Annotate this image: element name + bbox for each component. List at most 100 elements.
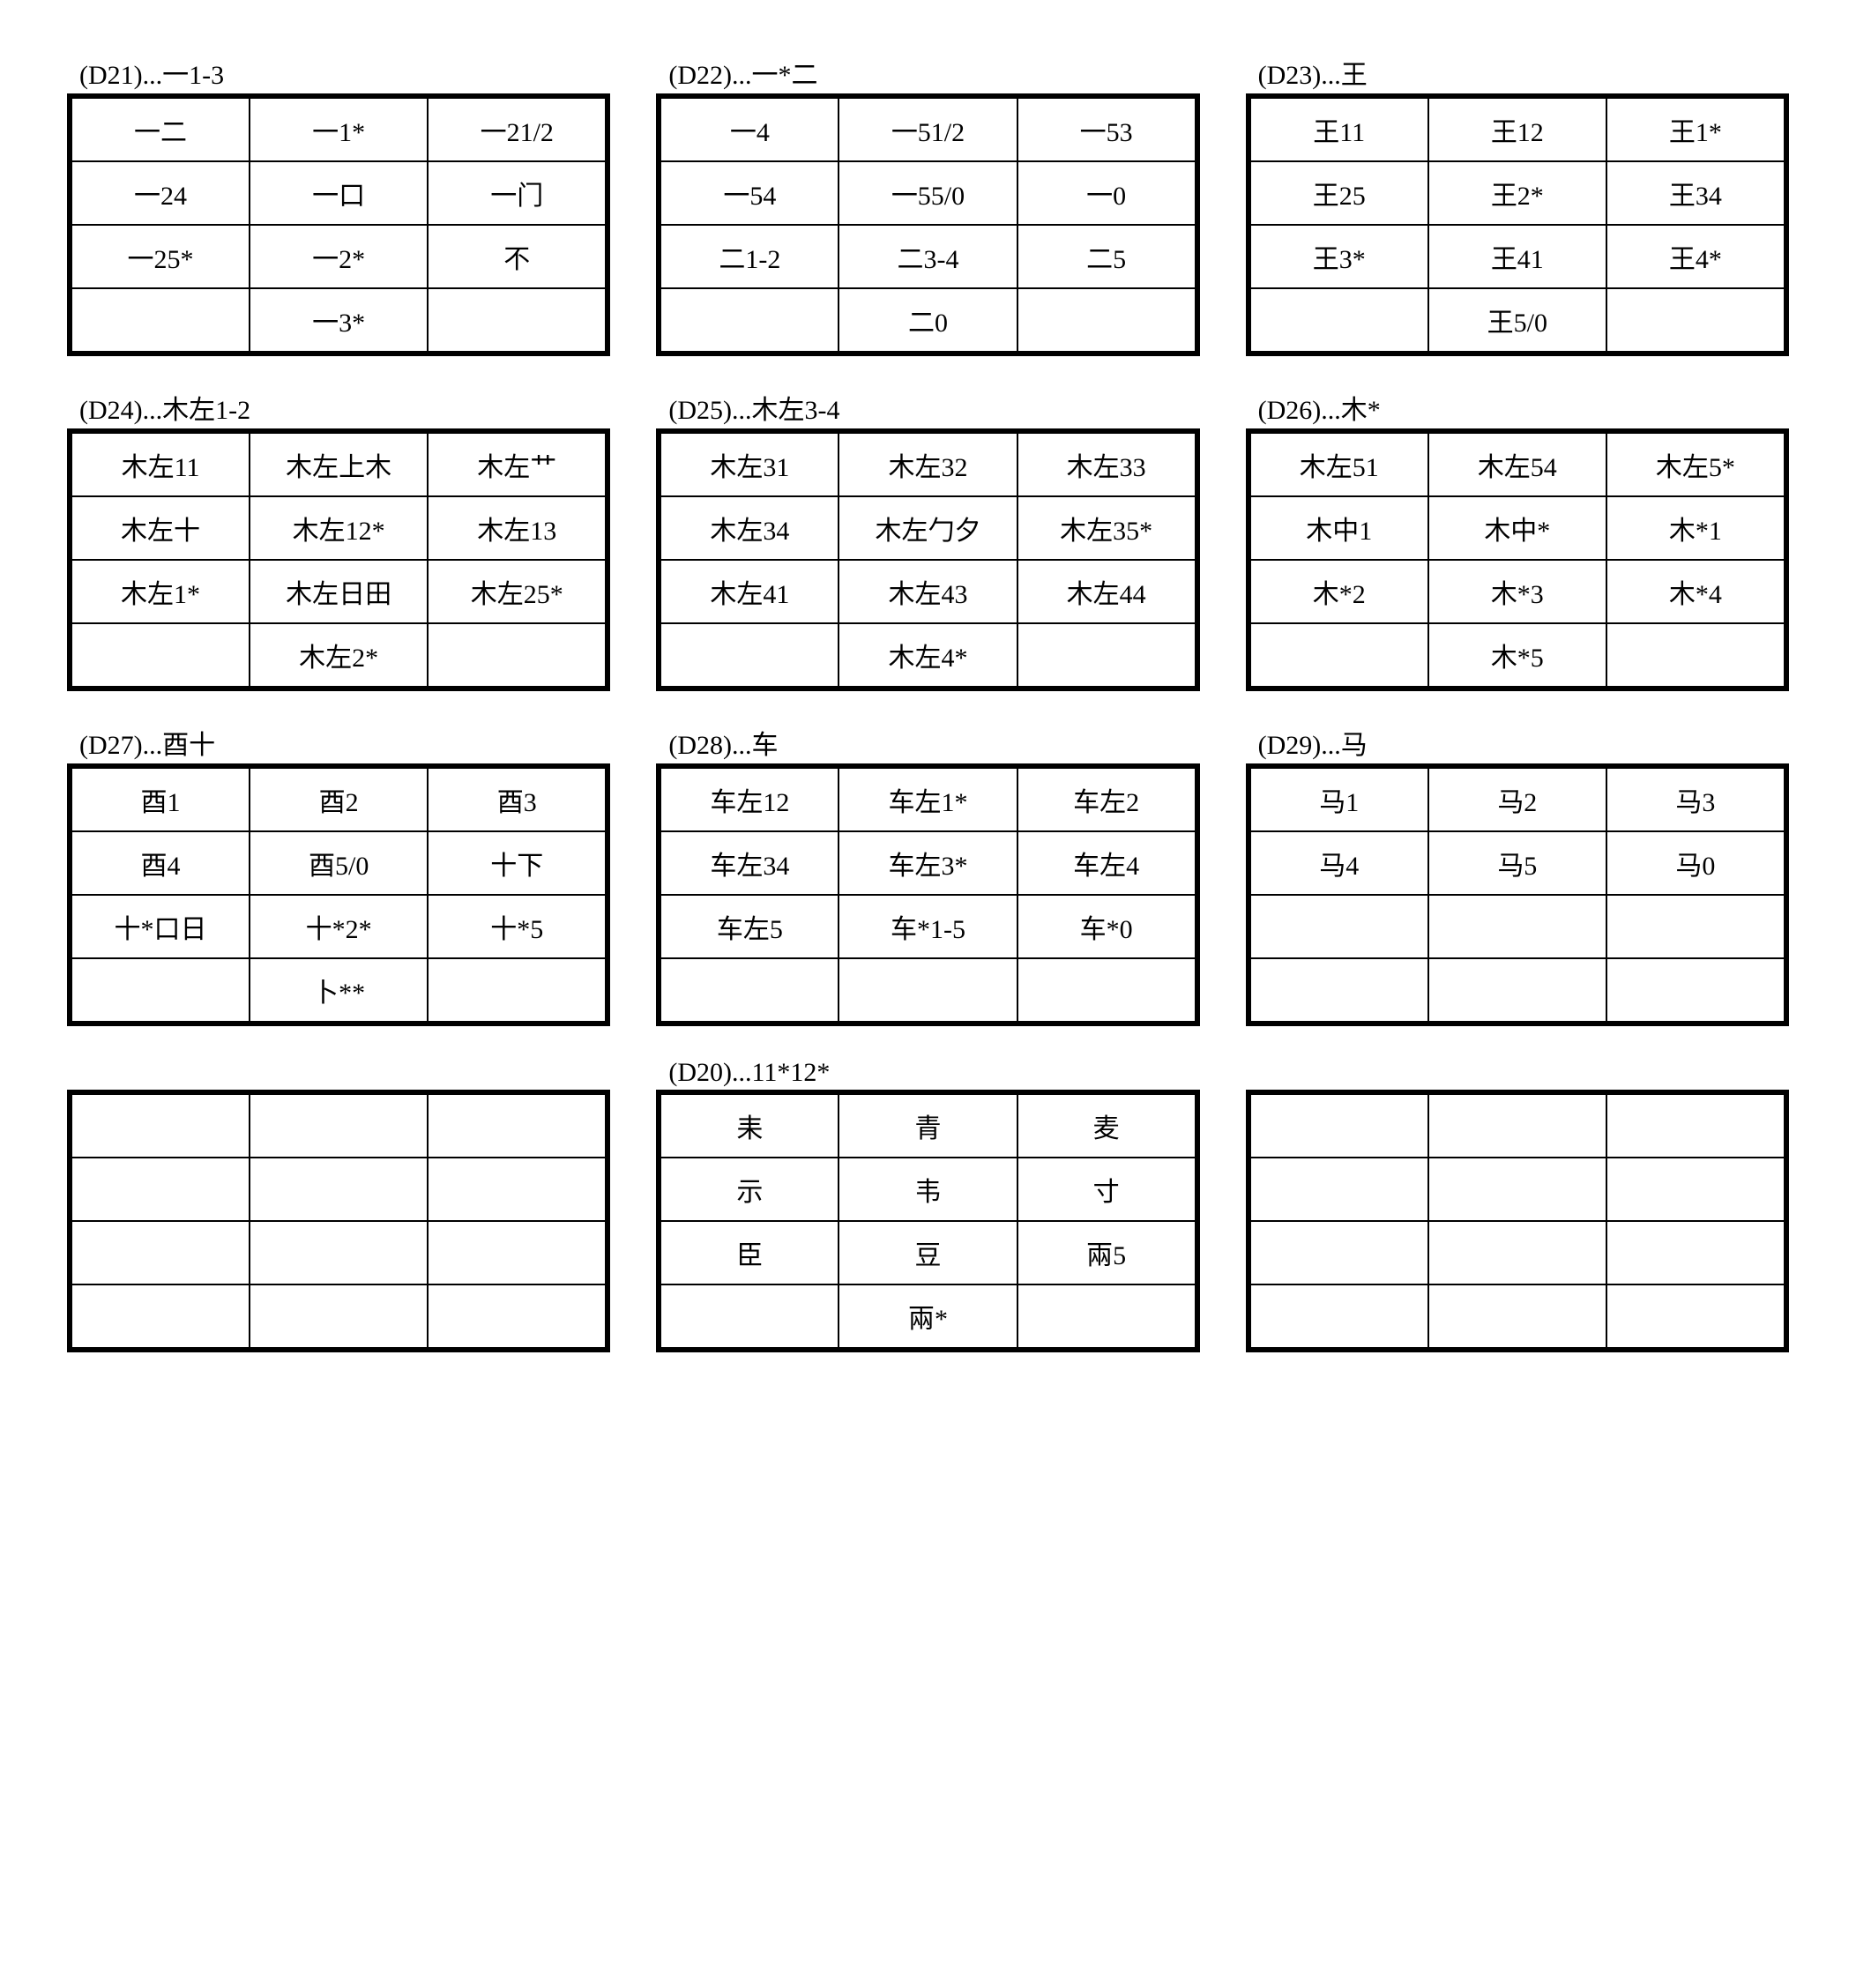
table-row: 王5/0 — [1250, 288, 1785, 352]
grid-cell: 一2* — [250, 225, 428, 288]
grid-cell: 一21/2 — [428, 98, 606, 161]
grid-cell: 酉4 — [71, 831, 250, 895]
table-row — [71, 1094, 606, 1158]
grid-cell: 一4 — [660, 98, 839, 161]
grid-cell: 二3-4 — [839, 225, 1017, 288]
table-row: 木左2* — [71, 623, 606, 687]
grid-cell: 十*2* — [250, 895, 428, 958]
table-row: 一3* — [71, 288, 606, 352]
grid-cell: 王41 — [1428, 225, 1606, 288]
grid-cell — [250, 1158, 428, 1221]
grid-cell: 木*4 — [1606, 560, 1785, 623]
grid-cell — [1428, 1158, 1606, 1221]
grid-cell: 车左5 — [660, 895, 839, 958]
grid-cell: 一3* — [250, 288, 428, 352]
grid-cell — [1017, 1284, 1196, 1348]
grid-cell — [1606, 1221, 1785, 1284]
grid-cell: 马1 — [1250, 768, 1428, 831]
grid-cell: 不 — [428, 225, 606, 288]
grid-cell: 十*口日 — [71, 895, 250, 958]
table-row — [660, 958, 1195, 1022]
grid-cell: 木左51 — [1250, 433, 1428, 496]
grid-cell: 一门 — [428, 161, 606, 225]
panel-title: (D21)...一1-3 — [79, 53, 607, 92]
table-row: 王3*王41王4* — [1250, 225, 1785, 288]
panel: (D27)...酉十酉1酉2酉3酉4酉5/0十下十*口日十*2*十*5卜** — [71, 723, 607, 1023]
grid-cell: 木左43 — [839, 560, 1017, 623]
grid-cell — [428, 1284, 606, 1348]
grid-cell: 木左1* — [71, 560, 250, 623]
grid-cell: 酉3 — [428, 768, 606, 831]
grid-cell — [250, 1221, 428, 1284]
grid-cell: 一55/0 — [839, 161, 1017, 225]
table-row: 一25*一2*不 — [71, 225, 606, 288]
grid-cell: 卜** — [250, 958, 428, 1022]
panel: (D22)...一*二一4一51/2一53一54一55/0一0二1-2二3-4二… — [660, 53, 1196, 353]
panel: (D29)...马马1马2马3马4马5马0 — [1249, 723, 1785, 1023]
panel: (D28)...车车左12车左1*车左2车左34车左3*车左4车左5车*1-5车… — [660, 723, 1196, 1023]
grid-cell: 一51/2 — [839, 98, 1017, 161]
table-row: 马1马2马3 — [1250, 768, 1785, 831]
grid-cell — [71, 623, 250, 687]
grid-cell: 兩5 — [1017, 1221, 1196, 1284]
grid-table — [71, 1093, 607, 1349]
panel-title: (D28)...车 — [668, 723, 1196, 762]
grid-cell: 车*1-5 — [839, 895, 1017, 958]
grid-cell: 马5 — [1428, 831, 1606, 895]
table-row: 酉4酉5/0十下 — [71, 831, 606, 895]
grid-cell: 十下 — [428, 831, 606, 895]
grid-cell: 一口 — [250, 161, 428, 225]
grid-table: 耒青麦示韦寸臣豆兩5兩* — [660, 1093, 1196, 1349]
panel: (D24)...木左1-2木左11木左上木木左艹木左十木左12*木左13木左1*… — [71, 388, 607, 688]
grid-cell: 木左54 — [1428, 433, 1606, 496]
grid-cell: 木左34 — [660, 496, 839, 560]
panel: (D23)...王王11王12王1*王25王2*王34王3*王41王4*王5/0 — [1249, 53, 1785, 353]
grid-cell: 王5/0 — [1428, 288, 1606, 352]
table-row — [1250, 1221, 1785, 1284]
grid-cell: 马4 — [1250, 831, 1428, 895]
grid-cell: 木左35* — [1017, 496, 1196, 560]
panel-title: (D26)...木* — [1258, 388, 1785, 427]
grid-cell: 臣 — [660, 1221, 839, 1284]
table-row: 木左34木左勹夕木左35* — [660, 496, 1195, 560]
table-row: 马4马5马0 — [1250, 831, 1785, 895]
table-row — [71, 1221, 606, 1284]
table-row: 木*5 — [1250, 623, 1785, 687]
grid-cell — [1250, 1284, 1428, 1348]
panel-title: (D25)...木左3-4 — [668, 388, 1196, 427]
grid-cell — [1606, 1284, 1785, 1348]
grid-cell: 酉2 — [250, 768, 428, 831]
grid-cell: 耒 — [660, 1094, 839, 1158]
grid-cell: 王1* — [1606, 98, 1785, 161]
grid-cell: 麦 — [1017, 1094, 1196, 1158]
table-row: 兩* — [660, 1284, 1195, 1348]
panel: (D20)...11*12*耒青麦示韦寸臣豆兩5兩* — [660, 1058, 1196, 1349]
table-row — [71, 1158, 606, 1221]
table-row: 耒青麦 — [660, 1094, 1195, 1158]
grid-cell — [1606, 288, 1785, 352]
grid-cell — [660, 623, 839, 687]
table-row — [1250, 1158, 1785, 1221]
grid-cell: 一1* — [250, 98, 428, 161]
grid-cell: 王12 — [1428, 98, 1606, 161]
panel-title: (D27)...酉十 — [79, 723, 607, 762]
grid-cell: 兩* — [839, 1284, 1017, 1348]
panel — [71, 1058, 607, 1349]
grid-cell: 二5 — [1017, 225, 1196, 288]
panel-title: (D29)...马 — [1258, 723, 1785, 762]
grid-cell — [428, 623, 606, 687]
grid-cell — [71, 288, 250, 352]
grid-cell — [1428, 1284, 1606, 1348]
grid-cell: 木中1 — [1250, 496, 1428, 560]
grid-cell: 木左32 — [839, 433, 1017, 496]
grid-table: 一4一51/2一53一54一55/0一0二1-2二3-4二5二0 — [660, 97, 1196, 353]
grid-cell: 酉5/0 — [250, 831, 428, 895]
table-row: 二0 — [660, 288, 1195, 352]
grid-cell: 十*5 — [428, 895, 606, 958]
grid-cell — [1606, 623, 1785, 687]
grid-table: 木左31木左32木左33木左34木左勹夕木左35*木左41木左43木左44木左4… — [660, 432, 1196, 688]
panel-title: (D22)...一*二 — [668, 53, 1196, 92]
grid-cell: 车左12 — [660, 768, 839, 831]
grid-cell: 寸 — [1017, 1158, 1196, 1221]
grid-cell — [1428, 1094, 1606, 1158]
